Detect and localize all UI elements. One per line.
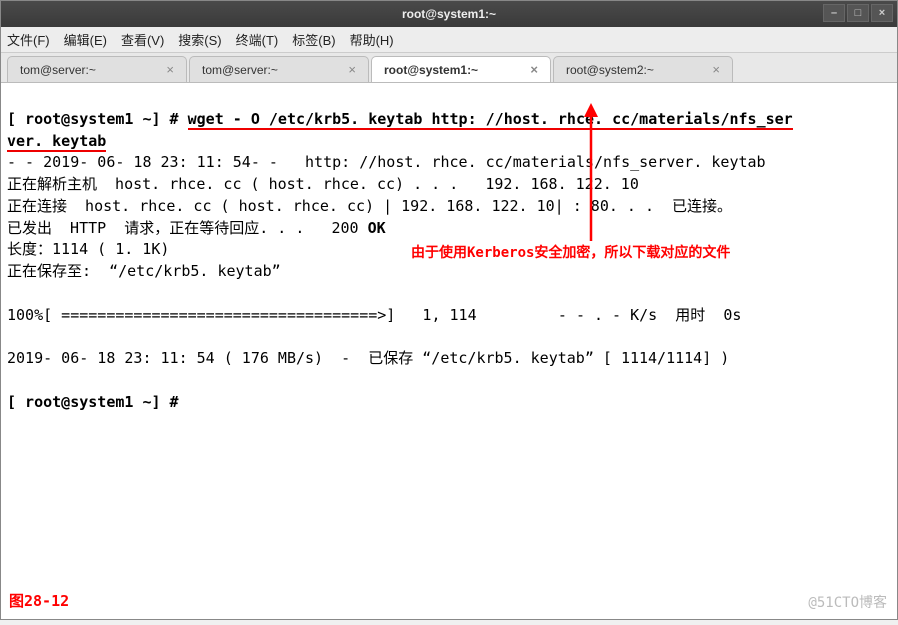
menu-view[interactable]: 查看(V) [121, 30, 164, 49]
progress-line: 100%[ ==================================… [7, 306, 741, 324]
menu-file[interactable]: 文件(F) [7, 30, 50, 49]
output-line: - - 2019- 06- 18 23: 11: 54- - http: //h… [7, 153, 766, 171]
window-buttons: – □ × [823, 4, 893, 22]
status-ok: OK [368, 219, 386, 237]
figure-label: 图28-12 [9, 591, 69, 613]
close-icon[interactable]: × [346, 62, 358, 77]
output-line: 正在解析主机 host. rhce. cc ( host. rhce. cc) … [7, 175, 639, 193]
menubar: 文件(F) 编辑(E) 查看(V) 搜索(S) 终端(T) 标签(B) 帮助(H… [1, 27, 897, 53]
minimize-button[interactable]: – [823, 4, 845, 22]
window-title: root@system1:~ [402, 7, 496, 21]
close-icon[interactable]: × [528, 62, 540, 77]
terminal-output[interactable]: [ root@system1 ~] # wget - O /etc/krb5. … [1, 83, 897, 619]
watermark: @51CTO博客 [808, 593, 887, 613]
terminal-window: root@system1:~ – □ × 文件(F) 编辑(E) 查看(V) 搜… [0, 0, 898, 620]
output-line: 已发出 HTTP 请求，正在等待回应. . . 200 [7, 219, 368, 237]
maximize-button[interactable]: □ [847, 4, 869, 22]
output-line: 长度：1114 ( 1. 1K) [7, 240, 169, 258]
output-line: 正在保存至: “/etc/krb5. keytab” [7, 262, 281, 280]
tab-label: tom@server:~ [202, 63, 278, 77]
menu-help[interactable]: 帮助(H) [350, 30, 394, 49]
tab-bar: tom@server:~ × tom@server:~ × root@syste… [1, 53, 897, 83]
terminal-tab[interactable]: tom@server:~ × [189, 56, 369, 82]
annotation-text: 由于使用Kerberos安全加密，所以下载对应的文件 [411, 243, 730, 263]
menu-edit[interactable]: 编辑(E) [64, 30, 107, 49]
menu-terminal[interactable]: 终端(T) [236, 30, 279, 49]
tab-label: root@system2:~ [566, 63, 654, 77]
terminal-tab[interactable]: root@system2:~ × [553, 56, 733, 82]
close-icon[interactable]: × [710, 62, 722, 77]
command-highlight: ver. keytab [7, 132, 106, 152]
tab-label: tom@server:~ [20, 63, 96, 77]
close-button[interactable]: × [871, 4, 893, 22]
prompt: [ root@system1 ~] # [7, 393, 179, 411]
terminal-tab-active[interactable]: root@system1:~ × [371, 56, 551, 82]
menu-tabs[interactable]: 标签(B) [292, 30, 335, 49]
titlebar: root@system1:~ – □ × [1, 1, 897, 27]
tab-label: root@system1:~ [384, 63, 478, 77]
prompt: [ root@system1 ~] # [7, 110, 188, 128]
command-highlight: wget - O /etc/krb5. keytab http: //host.… [188, 110, 793, 130]
menu-search[interactable]: 搜索(S) [178, 30, 221, 49]
terminal-tab[interactable]: tom@server:~ × [7, 56, 187, 82]
output-line: 2019- 06- 18 23: 11: 54 ( 176 MB/s) - 已保… [7, 349, 729, 367]
close-icon[interactable]: × [164, 62, 176, 77]
output-line: 正在连接 host. rhce. cc ( host. rhce. cc) | … [7, 197, 732, 215]
